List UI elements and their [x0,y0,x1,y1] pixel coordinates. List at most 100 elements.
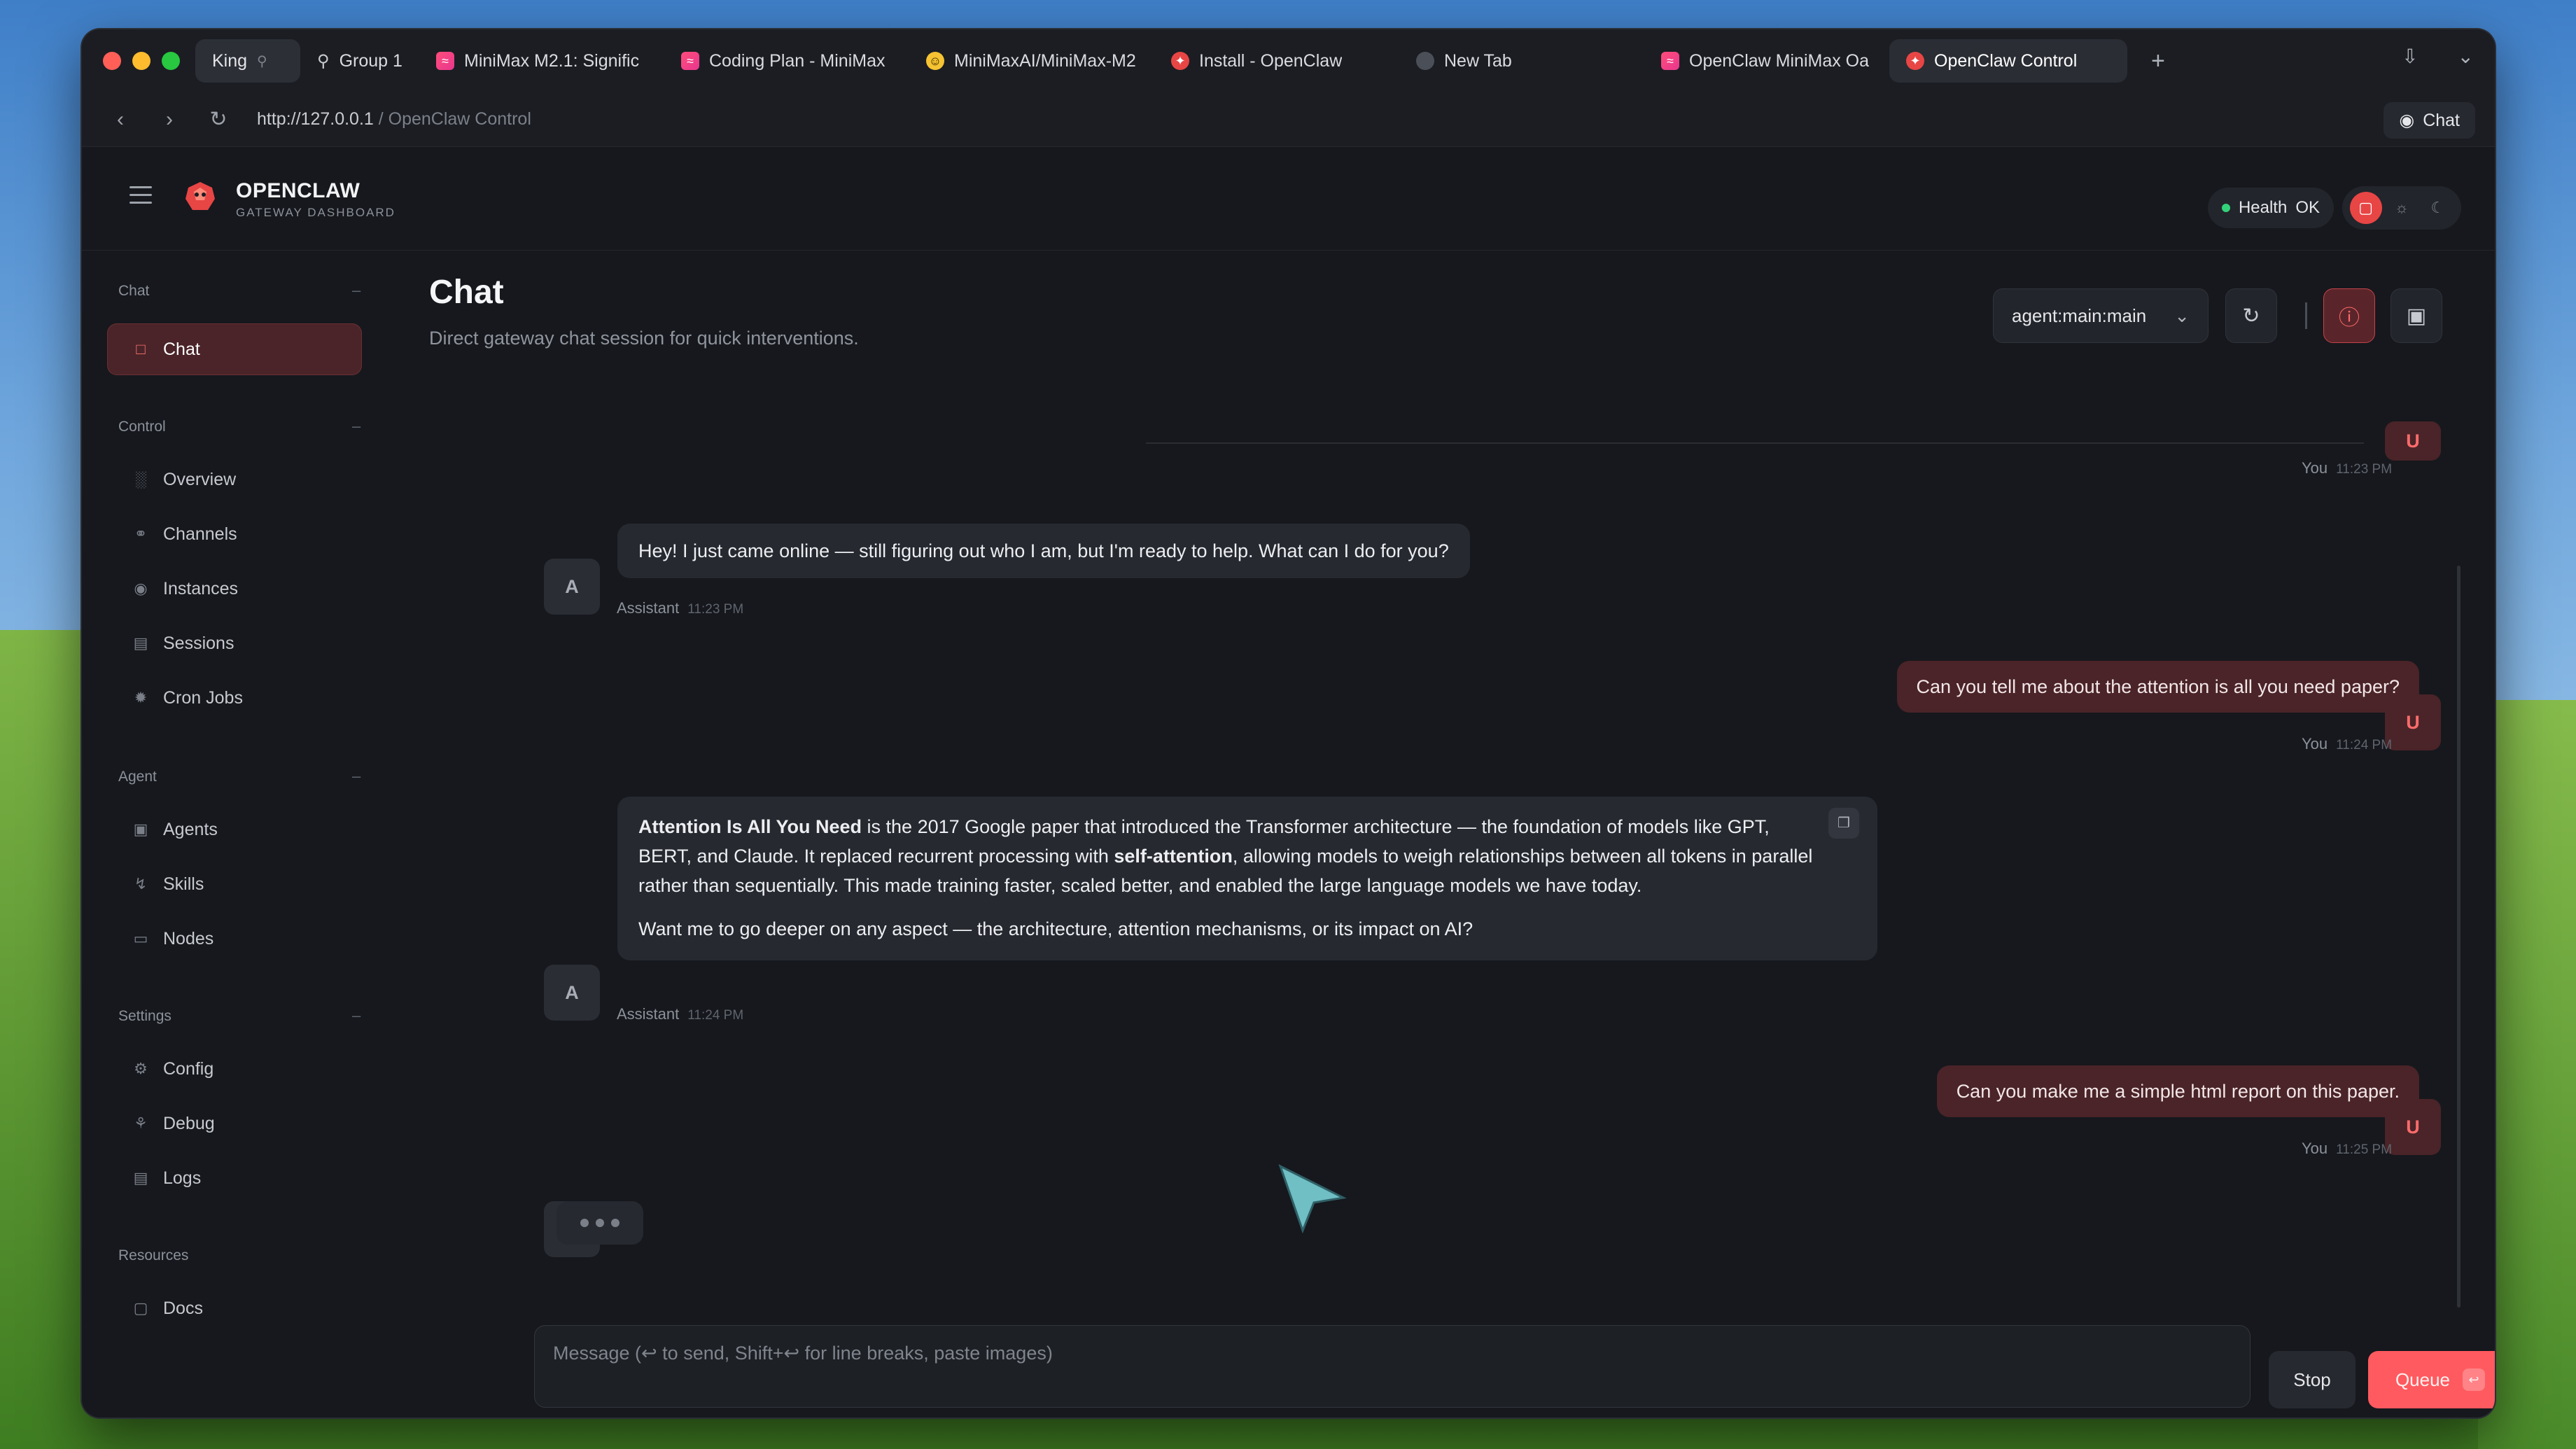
health-value: OK [2295,198,2320,217]
tab-label: Install - OpenClaw [1199,50,1343,71]
sidebar-item-overview[interactable]: ░ Overview [107,454,362,505]
tab-install-openclaw[interactable]: ✦ Install - OpenClaw [1154,39,1399,83]
system-theme-icon[interactable]: ▢ [2349,192,2382,224]
app-header: OPENCLAW GATEWAY DASHBOARD Health OK ▢ ☼… [82,147,2495,251]
sidebar-item-label: Instances [163,578,239,598]
tab-label: MiniMaxAI/MiniMax-M2 [954,50,1136,71]
sidebar-item-cron-jobs[interactable]: ✹ Cron Jobs [107,672,362,724]
sidebar-item-sessions[interactable]: ▤ Sessions [107,617,362,669]
stop-button-label: Stop [2293,1368,2331,1390]
message-time: 11:23 PM [2336,462,2393,477]
new-tab-button[interactable]: + [2151,48,2165,75]
sidebar-item-label: Chat [163,339,200,359]
chevron-down-icon: ⌄ [2174,304,2190,326]
tab-minimax-m21[interactable]: ≈ MiniMax M2.1: Signific [419,39,664,83]
enter-key-icon: ↩ [2463,1368,2486,1391]
queue-button[interactable]: Queue ↩ [2368,1351,2495,1408]
session-select[interactable]: agent:main:main ⌄ [1993,288,2208,343]
tab-openclaw-control[interactable]: ✦ OpenClaw Control [1889,39,2127,83]
tab-huggingface-minimax[interactable]: ☺ MiniMaxAI/MiniMax-M2 [909,39,1154,83]
minimize-window-button[interactable] [132,52,150,70]
copy-icon[interactable]: ❐ [1828,808,1859,839]
tab-new-tab[interactable]: New Tab [1399,39,1644,83]
tab-openclaw-minimax[interactable]: ≈ OpenClaw MiniMax Oa [1644,39,1889,83]
sidebar-section-resources[interactable]: Resources [118,1247,188,1264]
collapse-icon[interactable]: – [352,767,360,785]
user-message: Can you make me a simple html report on … [1936,1065,2419,1117]
tab-label: Coding Plan - MiniMax [709,50,886,71]
sidebar-item-logs[interactable]: ▤ Logs [107,1152,362,1204]
message-divider [1146,442,2364,444]
collapse-icon[interactable]: – [352,1007,360,1025]
toolbar-divider [2305,302,2307,329]
avatar: A [544,965,600,1021]
sidebar-section-settings[interactable]: Settings [118,1008,172,1025]
sidebar-item-label: Channels [163,524,237,544]
sidebar-item-label: Config [163,1058,214,1079]
hamburger-menu-icon[interactable] [130,186,152,209]
message-meta: You 11:23 PM [2302,459,2392,477]
message-time: 11:24 PM [687,1008,744,1023]
user-message: Can you tell me about the attention is a… [1896,661,2419,713]
forward-icon[interactable]: › [145,108,194,132]
reload-icon[interactable]: ↻ [194,107,243,132]
sidebar-item-config[interactable]: ⚙ Config [107,1043,362,1095]
message-time: 11:25 PM [2336,1142,2393,1157]
sidebar-item-label: Logs [163,1168,202,1188]
collapse-icon[interactable]: – [352,281,360,300]
focus-mode-button[interactable]: ▣ [2390,288,2442,343]
bold-text: self-attention [1114,846,1233,867]
openclaw-favicon-icon: ✦ [1171,52,1189,70]
tab-label: MiniMax M2.1: Signific [464,50,640,71]
collapse-icon[interactable]: – [352,417,360,435]
sidebar-item-agents[interactable]: ▣ Agents [107,804,362,855]
monitor-icon: ▭ [133,930,148,947]
sidebar-section-control[interactable]: Control [118,419,166,435]
tab-coding-plan[interactable]: ≈ Coding Plan - MiniMax [664,39,909,83]
refresh-button[interactable]: ↻ [2225,288,2277,343]
sidebar-item-instances[interactable]: ◉ Instances [107,563,362,615]
brand: OPENCLAW GATEWAY DASHBOARD [236,179,396,220]
moon-icon[interactable]: ☾ [2421,192,2454,224]
tab-group-1[interactable]: ⚲ Group 1 [300,39,419,83]
sidebar-section-agent[interactable]: Agent [118,769,157,785]
chat-icon: □ [136,340,146,358]
tab-group-king[interactable]: King ⚲ [195,39,300,83]
mouse-cursor-icon [1278,1164,1347,1234]
chevron-down-icon[interactable]: ⌄ [2458,45,2474,68]
huggingface-favicon-icon: ☺ [926,52,944,70]
chat-scrollbar[interactable] [2457,566,2460,1308]
refresh-icon: ↻ [2242,304,2260,328]
download-icon[interactable]: ⇩ [2402,45,2418,68]
stop-button[interactable]: Stop [2269,1351,2356,1408]
sidebar-item-skills[interactable]: ↯ Skills [107,858,362,910]
pin-icon: ⚲ [257,53,267,69]
assistant-message: Hey! I just came online — still figuring… [617,524,1470,578]
sidebar-section-chat[interactable]: Chat [118,283,149,300]
queue-button-label: Queue [2395,1368,2451,1390]
maximize-window-button[interactable] [162,52,180,70]
back-icon[interactable]: ‹ [96,108,145,132]
sun-icon[interactable]: ☼ [2386,192,2418,224]
message-meta: You 11:25 PM [2302,1140,2392,1158]
thinking-toggle-button[interactable]: ⓘ [2323,288,2375,343]
message-author: You [2302,1140,2328,1157]
sidebar-item-chat[interactable]: □ Chat [107,323,362,375]
avatar: U [2385,1099,2441,1155]
sidebar-item-debug[interactable]: ⚘ Debug [107,1098,362,1149]
sidebar-item-channels[interactable]: ⚭ Channels [107,508,362,560]
sidebar-item-docs[interactable]: ▢ Docs [107,1282,362,1334]
theme-switcher: ▢ ☼ ☾ [2342,186,2461,230]
assistant-paragraph: Attention Is All You Need is the 2017 Go… [638,812,1856,900]
minimax-favicon-icon: ≈ [681,52,699,70]
message-input[interactable]: Message (↩ to send, Shift+↩ for line bre… [534,1325,2250,1408]
chat-sidebar-button[interactable]: ◉ Chat [2384,102,2475,139]
avatar: U [2385,694,2441,750]
url-field[interactable]: http://127.0.0.1 / OpenClaw Control [257,109,531,130]
link-icon: ⚭ [134,525,148,542]
sidebar-item-nodes[interactable]: ▭ Nodes [107,913,362,965]
tab-label: King [212,50,248,71]
health-status-badge: Health OK [2207,188,2334,228]
close-window-button[interactable] [103,52,121,70]
chat-pill-label: Chat [2423,110,2460,130]
